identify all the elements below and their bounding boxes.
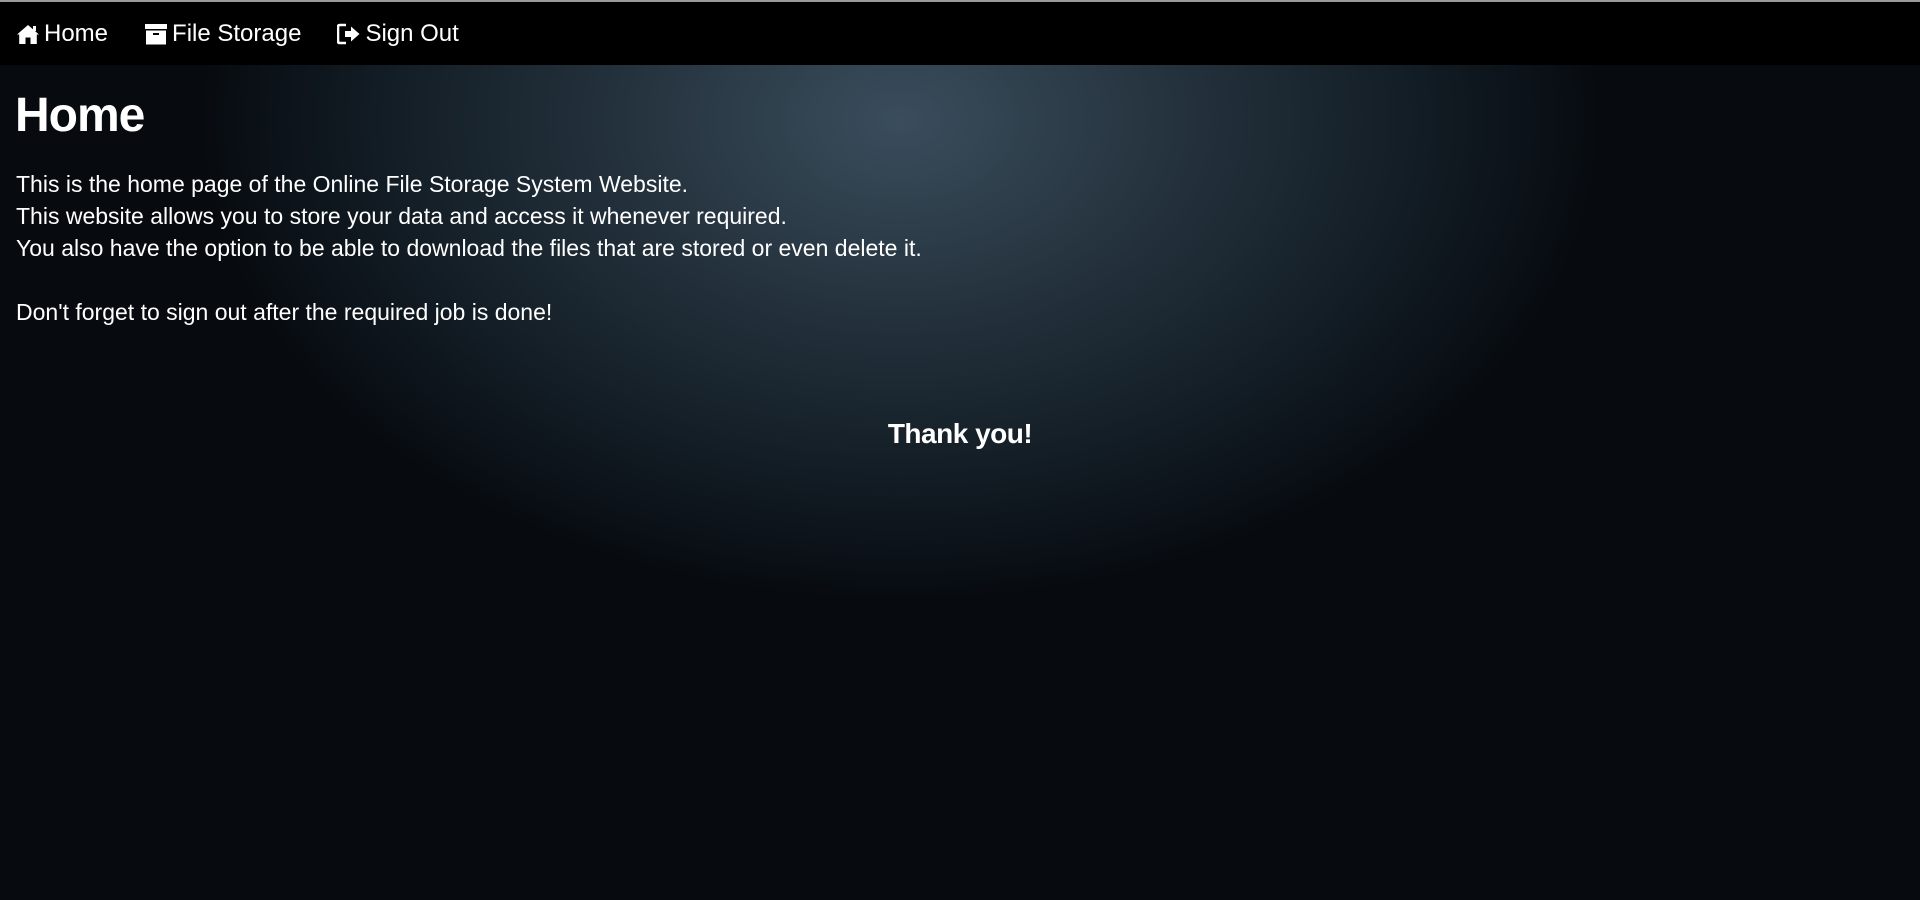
- top-navbar: Home File Storage Sign Out: [0, 2, 1920, 65]
- page-title: Home: [15, 89, 145, 142]
- nav-home-label: Home: [44, 19, 109, 47]
- sign-out-reminder: Don't forget to sign out after the requi…: [16, 299, 553, 325]
- home-icon: [16, 22, 40, 46]
- intro-text: This is the home page of the Online File…: [16, 168, 922, 264]
- sign-out-icon: [337, 22, 361, 46]
- nav-file-storage-label: File Storage: [172, 19, 302, 47]
- nav-sign-out-link[interactable]: Sign Out: [337, 19, 459, 48]
- thank-you-message: Thank you!: [887, 418, 1033, 449]
- intro-line: You also have the option to be able to d…: [16, 235, 922, 261]
- archive-icon: [144, 22, 168, 46]
- intro-line: This is the home page of the Online File…: [16, 171, 689, 197]
- intro-line: This website allows you to store your da…: [16, 203, 787, 229]
- nav-sign-out-label: Sign Out: [365, 19, 459, 47]
- nav-file-storage-link[interactable]: File Storage: [144, 20, 301, 48]
- nav-home-link[interactable]: Home: [16, 20, 108, 48]
